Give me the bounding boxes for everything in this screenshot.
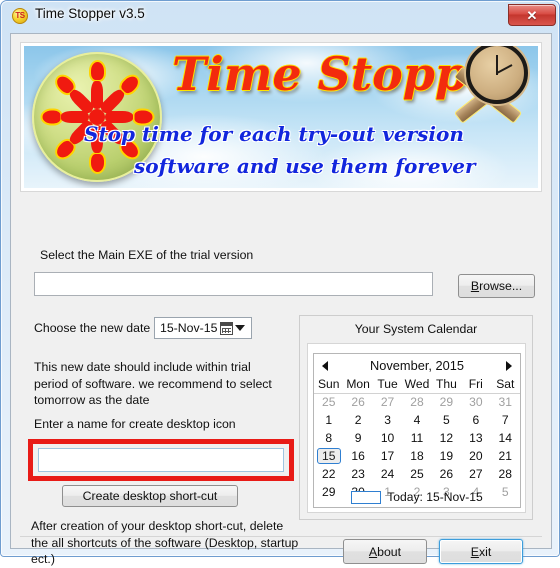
exe-path-input[interactable] [34,272,433,296]
calendar-day-cell[interactable]: 19 [432,447,461,465]
calendar-day-cell[interactable]: 27 [373,393,402,411]
icon-name-input[interactable] [38,448,284,472]
calendar-weekday-tue: Tue [372,376,403,394]
system-calendar-group: Your System Calendar November, 2015 Sun M… [299,315,533,520]
exe-label: Select the Main EXE of the trial version [40,248,254,262]
calendar-today-row[interactable]: Today: 15-Nov-15 [314,490,520,504]
browse-button[interactable]: Browse... [458,274,535,298]
date-picker-value: 15-Nov-15 [160,321,218,335]
title-bar[interactable]: TS Time Stopper v3.5 ✕ [1,1,560,31]
calendar-day-cell[interactable]: 9 [343,429,372,447]
calendar-day-cell[interactable]: 14 [491,429,520,447]
calendar-weekday-fri: Fri [461,376,491,394]
calendar-selected-day: 15 [316,448,341,464]
exit-label-rest: xit [478,544,492,559]
about-accesskey: A [368,544,378,559]
calendar-day-cell[interactable]: 15 [314,447,343,465]
create-shortcut-button[interactable]: Create desktop short-cut [62,485,238,507]
calendar-day-cell[interactable]: 20 [461,447,490,465]
chevron-down-icon[interactable] [235,325,245,331]
calendar-day-cell[interactable]: 3 [373,411,402,429]
calendar-weekday-wed: Wed [402,376,432,394]
calendar-week-row: 1234567 [314,411,520,429]
calendar-header: November, 2015 [314,354,520,376]
calendar-day-cell[interactable]: 27 [461,465,490,483]
browse-accesskey: B [470,279,480,293]
trial-period-hint: This new date should include within tria… [34,360,272,407]
calendar-day-cell[interactable]: 17 [373,447,402,465]
icon-name-label: Enter a name for create desktop icon [34,417,236,431]
calendar-day-cell[interactable]: 12 [432,429,461,447]
window-title: Time Stopper v3.5 [35,6,145,21]
calendar-day-cell[interactable]: 28 [402,393,431,411]
calendar-day-cell[interactable]: 6 [461,411,490,429]
calendar-day-cell[interactable]: 2 [343,411,372,429]
calendar-day-cell[interactable]: 13 [461,429,490,447]
today-swatch-icon [351,490,382,504]
about-button[interactable]: About [343,539,427,564]
close-button[interactable]: ✕ [508,4,556,26]
date-label: Choose the new date [34,321,151,335]
banner-subtitle-line2: software and use them forever [134,154,476,178]
calendar-week-row: 22 23 24 25 26 27 28 [314,465,520,483]
calendar-day-cell[interactable]: 18 [402,447,431,465]
calendar-day-cell[interactable]: 10 [373,429,402,447]
calendar-weekday-sun: Sun [314,376,344,394]
calendar-day-cell[interactable]: 21 [491,447,520,465]
calendar-weekday-row: Sun Mon Tue Wed Thu Fri Sat [314,376,520,394]
calendar-day-cell[interactable]: 25 [314,393,343,411]
exit-accesskey: E [470,544,479,559]
calendar-day-cell[interactable]: 4 [402,411,431,429]
calendar-day-cell[interactable]: 7 [491,411,520,429]
footer-note: After creation of your desktop short-cut… [31,519,299,566]
client-area: Time Stopper Stop time for each try-out … [10,33,552,566]
system-calendar-title: Your System Calendar [354,322,478,336]
calendar-day-cell[interactable]: 22 [314,465,343,483]
calendar-day-cell[interactable]: 26 [432,465,461,483]
calendar-week-row: 15 16 17 18 19 20 21 [314,447,520,465]
banner-subtitle-line1: Stop time for each try-out version [84,122,464,146]
calendar-day-cell[interactable]: 30 [461,393,490,411]
app-icon: TS [12,8,28,24]
browse-label-rest: rowse... [479,279,523,293]
application-window: TS Time Stopper v3.5 ✕ Time Stopper Stop… [0,0,560,566]
prev-month-icon[interactable] [322,361,328,371]
calendar-day-cell[interactable]: 24 [373,465,402,483]
banner-image: Time Stopper Stop time for each try-out … [24,46,538,188]
today-label: Today: 15-Nov-15 [387,490,483,504]
date-picker[interactable]: 15-Nov-15 [154,317,252,339]
app-icon-label: TS [15,11,25,20]
next-month-icon[interactable] [506,361,512,371]
calendar-day-cell[interactable]: 23 [343,465,372,483]
banner-frame: Time Stopper Stop time for each try-out … [20,42,542,192]
exit-button[interactable]: Exit [439,539,523,564]
calendar-day-cell[interactable]: 25 [402,465,431,483]
calendar-day-cell[interactable]: 8 [314,429,343,447]
calendar-week-row: 25 26 27 28 29 30 31 [314,393,520,411]
calendar-day-cell[interactable]: 26 [343,393,372,411]
calendar-day-cell[interactable]: 11 [402,429,431,447]
calendar-day-cell[interactable]: 5 [432,411,461,429]
calendar-panel: November, 2015 Sun Mon Tue Wed Thu Fri Sat 25 2… [307,343,526,513]
calendar-icon [220,321,233,335]
calendar-day-cell[interactable]: 29 [432,393,461,411]
calendar-day-cell[interactable]: 1 [314,411,343,429]
month-calendar[interactable]: November, 2015 Sun Mon Tue Wed Thu Fri Sat 25 2… [313,353,521,508]
footer-divider [20,536,542,537]
calendar-grid: Sun Mon Tue Wed Thu Fri Sat 25 26 27 28 29 30 31 1 2 3 4… [314,376,520,501]
calendar-weekday-thu: Thu [431,376,462,394]
calendar-weekday-sat: Sat [490,376,520,394]
calendar-day-cell[interactable]: 28 [491,465,520,483]
calendar-day-cell[interactable]: 31 [491,393,520,411]
about-label-rest: bout [377,544,402,559]
close-icon: ✕ [526,7,538,23]
calendar-week-row: 8 9 10 11 12 13 14 [314,429,520,447]
calendar-weekday-mon: Mon [343,376,373,394]
calendar-day-cell[interactable]: 16 [343,447,372,465]
calendar-month-label: November, 2015 [370,357,464,373]
